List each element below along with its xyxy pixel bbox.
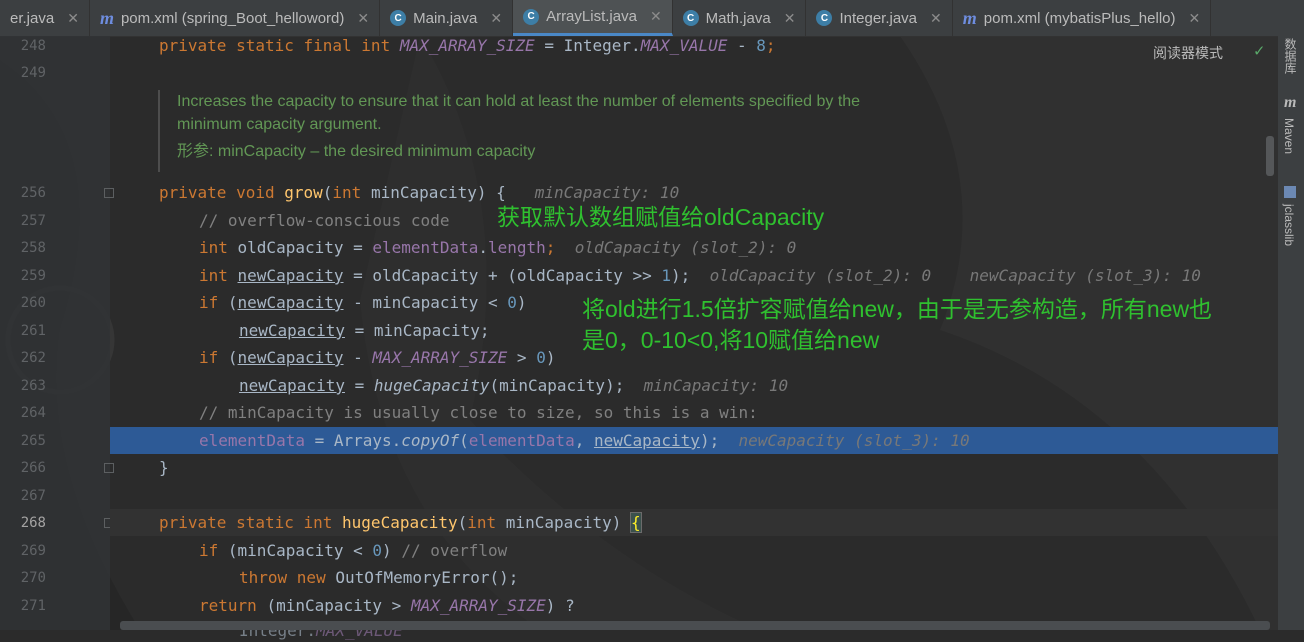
code-line-261: newCapacity = minCapacity; <box>239 321 490 340</box>
java-class-icon: C <box>682 10 699 26</box>
javadoc-block: Increases the capacity to ensure that it… <box>158 90 1277 172</box>
close-icon[interactable]: ✕ <box>357 10 369 27</box>
line-number: 268 <box>20 515 46 531</box>
reader-mode-button[interactable]: 阅读器模式 <box>1153 43 1223 63</box>
close-icon[interactable]: ✕ <box>1189 10 1201 27</box>
line-number: 260 <box>20 295 46 311</box>
line-number: 266 <box>20 460 46 476</box>
tab-label: pom.xml (mybatisPlus_hello) <box>983 9 1176 27</box>
line-number: 270 <box>20 570 46 586</box>
line-number: 263 <box>20 378 46 394</box>
line-number: 256 <box>20 185 46 201</box>
code-line-268: private static int hugeCapacity(int minC… <box>159 512 642 533</box>
javadoc-line: minimum capacity argument. <box>177 116 382 133</box>
tab-label: ArrayList.java <box>546 8 637 25</box>
line-number: 257 <box>20 213 46 229</box>
code-line-256: private void grow(int minCapacity) { min… <box>159 183 680 202</box>
close-icon[interactable]: ✕ <box>930 10 942 27</box>
close-icon[interactable]: ✕ <box>650 8 662 25</box>
maven-icon: m <box>99 7 114 28</box>
jclasslib-icon <box>1284 186 1296 198</box>
code-line-263: newCapacity = hugeCapacity(minCapacity);… <box>239 376 789 395</box>
tab-label: pom.xml (spring_Boot_helloword) <box>120 9 345 27</box>
line-number: 249 <box>20 65 46 81</box>
line-number: 271 <box>20 598 46 614</box>
close-icon[interactable]: ✕ <box>490 10 502 27</box>
annotation-note: 获取默认数组赋值给oldCapacity <box>497 204 825 230</box>
horizontal-scrollbar[interactable] <box>120 621 1270 630</box>
java-class-icon: C <box>523 8 540 25</box>
check-icon: ✓ <box>1254 41 1265 61</box>
line-number: 267 <box>20 488 46 504</box>
code-line-269: if (minCapacity < 0) // overflow <box>199 541 508 560</box>
javadoc-line: Increases the capacity to ensure that it… <box>177 93 861 110</box>
java-class-icon: C <box>816 10 833 26</box>
line-number: 259 <box>20 268 46 284</box>
tab-main-java[interactable]: C Main.java ✕ <box>380 0 514 36</box>
java-class-icon: C <box>390 10 407 26</box>
code-line-266: } <box>159 458 169 477</box>
code-line-270: throw new OutOfMemoryError(); <box>239 568 519 587</box>
line-number: 262 <box>20 350 46 366</box>
close-icon[interactable]: ✕ <box>67 10 79 27</box>
database-tool-button[interactable]: 数据库 <box>1282 38 1299 74</box>
fold-toggle[interactable] <box>104 463 114 473</box>
tab-pom-spring-boot[interactable]: m pom.xml (spring_Boot_helloword) ✕ <box>90 0 381 36</box>
code-line-264: // minCapacity is usually close to size,… <box>199 403 758 422</box>
line-number: 261 <box>20 323 46 339</box>
vertical-scrollbar-thumb[interactable] <box>1266 136 1274 176</box>
code-line-257: // overflow-conscious code <box>199 211 450 230</box>
code-line-259: int newCapacity = oldCapacity + (oldCapa… <box>199 266 1201 285</box>
close-icon[interactable]: ✕ <box>784 10 796 27</box>
tab-label: Main.java <box>413 9 478 27</box>
code-line-258: int oldCapacity = elementData.length; ol… <box>199 238 797 257</box>
tab-integer-java[interactable]: C Integer.java ✕ <box>806 0 953 36</box>
tab-pom-mybatis[interactable]: m pom.xml (mybatisPlus_hello) ✕ <box>953 0 1212 36</box>
annotation-note: 将old进行1.5倍扩容赋值给new，由于是无参构造，所有new也 <box>582 296 1213 322</box>
annotation-note: 是0，0-10<0,将10赋值给new <box>582 327 880 353</box>
tab-arraylist-java[interactable]: C ArrayList.java ✕ <box>513 0 673 36</box>
tab-label: er.java <box>10 9 55 27</box>
code-line-262: if (newCapacity - MAX_ARRAY_SIZE > 0) <box>199 348 556 367</box>
editor-tab-bar: er.java ✕ m pom.xml (spring_Boot_hellowo… <box>0 0 1304 37</box>
code-line-271: return (minCapacity > MAX_ARRAY_SIZE) ? <box>199 596 575 615</box>
tab-er-java[interactable]: er.java ✕ <box>0 0 90 36</box>
code-line-260: if (newCapacity - minCapacity < 0) <box>199 293 527 312</box>
jclasslib-tool-button[interactable]: jclasslib <box>1282 204 1296 246</box>
javadoc-param: 形参: minCapacity – the desired minimum ca… <box>177 143 536 160</box>
line-number: 248 <box>20 38 46 54</box>
maven-icon: m <box>1284 94 1297 111</box>
fold-toggle[interactable] <box>104 188 114 198</box>
maven-icon: m <box>962 7 977 28</box>
tab-math-java[interactable]: C Math.java ✕ <box>673 0 807 36</box>
line-number: 265 <box>20 433 46 449</box>
line-number: 258 <box>20 240 46 256</box>
right-tool-strip: 数据库 m Maven jclasslib <box>1278 36 1304 630</box>
maven-tool-button[interactable]: Maven <box>1282 118 1296 154</box>
line-number: 269 <box>20 543 46 559</box>
line-number: 264 <box>20 405 46 421</box>
code-line-248: private static final int MAX_ARRAY_SIZE … <box>159 36 776 55</box>
tab-label: Integer.java <box>839 9 918 27</box>
tab-label: Math.java <box>705 9 771 27</box>
code-line-265: elementData = Arrays.copyOf(elementData,… <box>199 431 970 450</box>
